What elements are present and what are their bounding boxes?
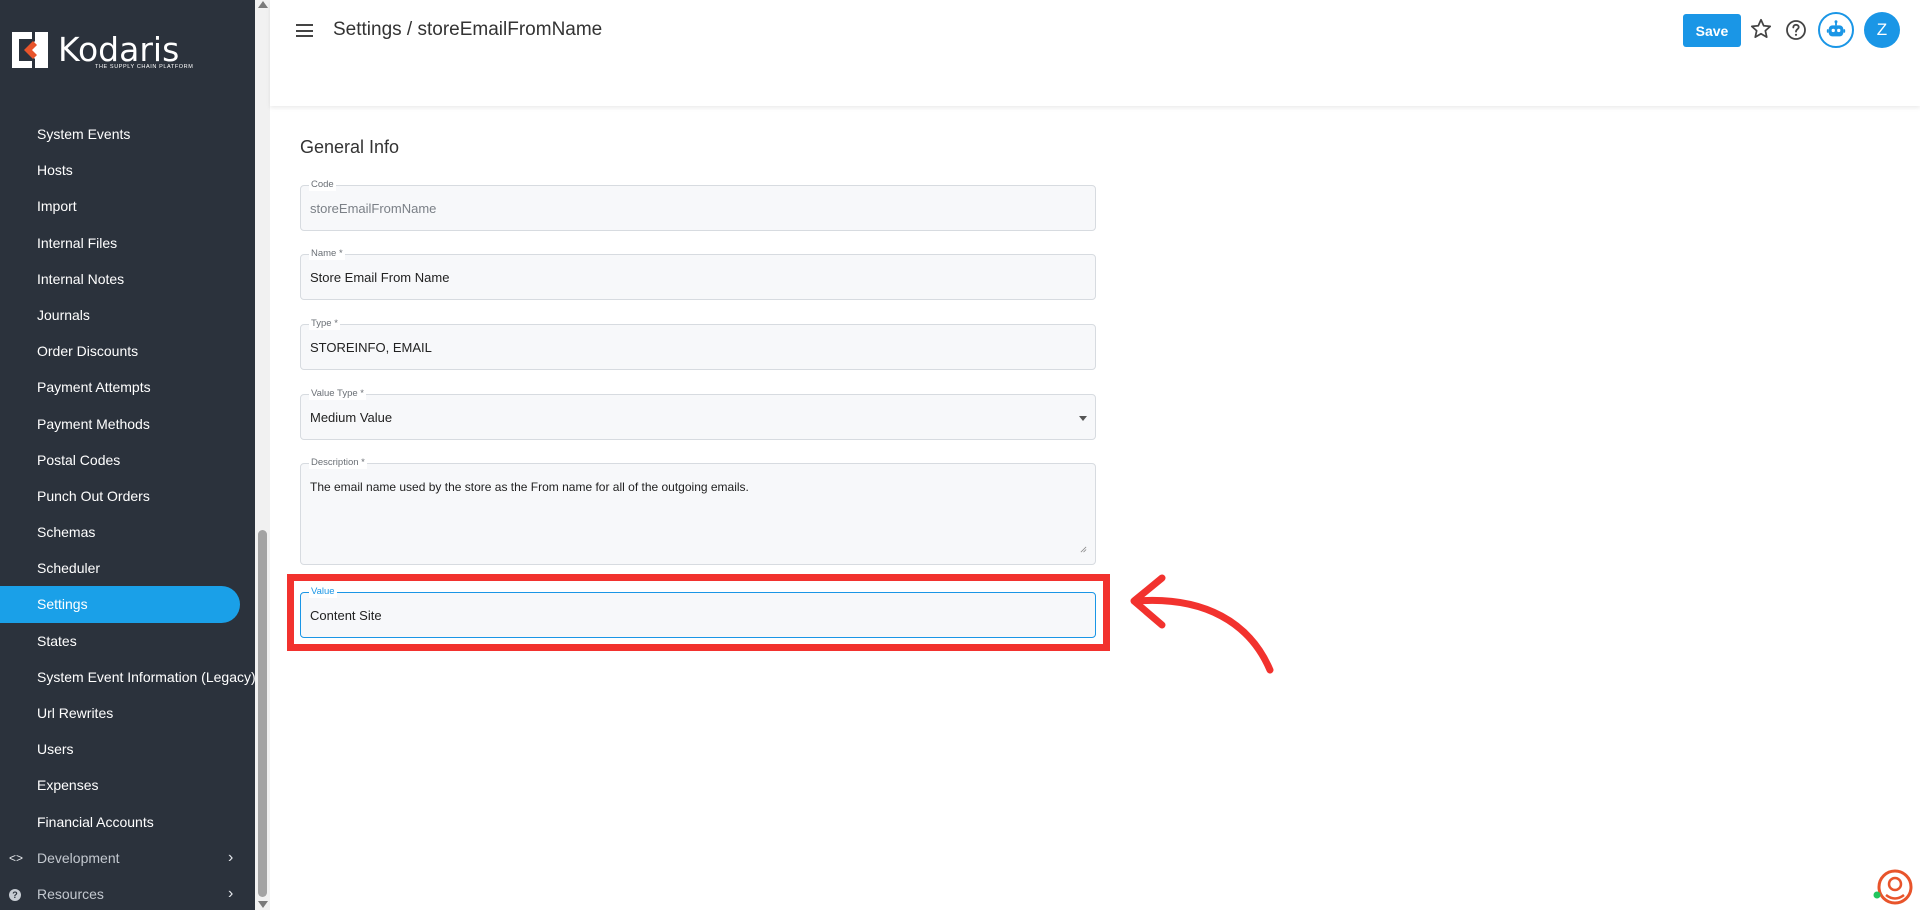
annotation-arrow-icon — [1130, 574, 1274, 674]
sidebar-item-label: Internal Files — [37, 234, 118, 251]
chat-widget[interactable] — [1872, 866, 1914, 908]
resize-handle-icon[interactable] — [1080, 546, 1087, 553]
sidebar-item-label: Financial Accounts — [37, 813, 154, 830]
value-type-field-value: Medium Value — [310, 410, 393, 425]
sidebar-item-label: Payment Attempts — [37, 379, 151, 396]
chevron-right-icon: › — [228, 884, 234, 902]
sidebar-item-import[interactable]: Import — [0, 188, 255, 224]
name-field-label: Name * — [309, 248, 345, 260]
sidebar-item-internal-notes[interactable]: Internal Notes — [0, 261, 255, 297]
name-field-value: Store Email From Name — [310, 270, 450, 285]
sidebar-item-label: Payment Methods — [37, 415, 150, 432]
sidebar-group-label: Development — [37, 849, 120, 866]
sidebar-item-schemas[interactable]: Schemas — [0, 514, 255, 550]
code-field-value: storeEmailFromName — [310, 201, 437, 216]
sidebar-item-system-event-information-legacy[interactable]: System Event Information (Legacy) — [0, 659, 255, 695]
assistant-bot-button[interactable] — [1818, 12, 1854, 48]
sidebar: Kodaris THE SUPPLY CHAIN PLATFORM System… — [0, 0, 255, 910]
type-field[interactable]: Type * STOREINFO, EMAIL — [300, 318, 1096, 370]
sidebar-item-hosts[interactable]: Hosts — [0, 152, 255, 188]
sidebar-item-journals[interactable]: Journals — [0, 297, 255, 333]
sidebar-group-label: Resources — [37, 885, 104, 902]
save-button[interactable]: Save — [1683, 14, 1741, 47]
chat-widget-icon — [1873, 869, 1913, 905]
page-title: Settings / storeEmailFromName — [333, 19, 603, 40]
sidebar-item-internal-files[interactable]: Internal Files — [0, 225, 255, 261]
sidebar-item-label: System Events — [37, 126, 131, 142]
value-type-field-label: Value Type * — [309, 388, 366, 400]
sidebar-item-label: Journals — [37, 306, 90, 323]
highlight-box — [287, 574, 1110, 651]
description-field-value: The email name used by the store as the … — [310, 480, 749, 494]
section-title-general-info: General Info — [300, 137, 400, 157]
description-field-label: Description * — [309, 457, 367, 469]
sidebar-item-label: Schemas — [37, 524, 96, 541]
sidebar-item-label: Expenses — [37, 777, 99, 794]
star-icon[interactable] — [1748, 16, 1774, 42]
sidebar-group-resources[interactable]: ? Resources › — [0, 876, 255, 910]
kodaris-logo-mark-icon — [12, 32, 48, 68]
sidebar-item-label: Import — [37, 198, 77, 215]
sidebar-item-label: Postal Codes — [37, 451, 121, 468]
sidebar-item-users[interactable]: Users — [0, 731, 255, 767]
sidebar-item-url-rewrites[interactable]: Url Rewrites — [0, 695, 255, 731]
type-field-value: STOREINFO, EMAIL — [310, 340, 432, 355]
sidebar-item-label: Internal Notes — [37, 270, 125, 287]
sidebar-item-label: Scheduler — [37, 560, 101, 577]
code-field[interactable]: Code storeEmailFromName — [300, 179, 1096, 231]
code-icon: <> — [9, 850, 24, 865]
code-field-label: Code — [309, 179, 336, 191]
sidebar-item-expenses[interactable]: Expenses — [0, 767, 255, 803]
sidebar-item-payment-methods[interactable]: Payment Methods — [0, 406, 255, 442]
sidebar-item-label: States — [37, 632, 77, 649]
sidebar-group-development[interactable]: <> Development › — [0, 840, 255, 876]
sidebar-item-payment-attempts[interactable]: Payment Attempts — [0, 369, 255, 405]
sidebar-item-system-events[interactable]: System Events — [0, 116, 255, 152]
menu-icon[interactable] — [296, 24, 313, 37]
scroll-down-arrow-icon[interactable] — [258, 901, 268, 908]
sidebar-item-punch-out-orders[interactable]: Punch Out Orders — [0, 478, 255, 514]
value-type-select[interactable]: Value Type * Medium Value — [300, 388, 1096, 440]
sidebar-item-financial-accounts[interactable]: Financial Accounts — [0, 804, 255, 840]
sidebar-item-label: Settings — [37, 596, 88, 613]
sidebar-scrollbar[interactable] — [255, 0, 270, 910]
type-field-label: Type * — [309, 318, 340, 330]
chevron-right-icon: › — [228, 848, 234, 866]
sidebar-nav: System Events Hosts Import Internal File… — [0, 116, 255, 910]
scrollbar-thumb[interactable] — [258, 530, 267, 897]
help-icon[interactable] — [1784, 18, 1808, 42]
bot-icon — [1826, 20, 1846, 37]
description-textarea[interactable]: Description * The email name used by the… — [300, 457, 1096, 565]
scroll-up-arrow-icon[interactable] — [258, 1, 268, 8]
name-field[interactable]: Name * Store Email From Name — [300, 248, 1096, 300]
sidebar-item-settings[interactable]: Settings — [0, 586, 240, 623]
brand-tagline: THE SUPPLY CHAIN PLATFORM — [95, 64, 194, 70]
dropdown-caret-icon[interactable] — [1079, 416, 1087, 421]
sidebar-item-label: Order Discounts — [37, 343, 139, 360]
sidebar-item-states[interactable]: States — [0, 623, 255, 659]
sidebar-item-label: Hosts — [37, 162, 73, 179]
help-circle-icon: ? — [9, 876, 21, 910]
sidebar-item-postal-codes[interactable]: Postal Codes — [0, 442, 255, 478]
sidebar-item-label: System Event Information (Legacy) — [37, 668, 255, 685]
top-bar: Settings / storeEmailFromName Save Z — [270, 0, 1920, 106]
kodaris-logo[interactable]: Kodaris THE SUPPLY CHAIN PLATFORM — [10, 28, 194, 73]
user-avatar[interactable]: Z — [1864, 12, 1900, 48]
sidebar-item-label: Users — [37, 741, 74, 758]
sidebar-item-order-discounts[interactable]: Order Discounts — [0, 333, 255, 369]
sidebar-item-label: Punch Out Orders — [37, 487, 150, 504]
sidebar-item-label: Url Rewrites — [37, 705, 114, 721]
sidebar-item-scheduler[interactable]: Scheduler — [0, 550, 255, 586]
